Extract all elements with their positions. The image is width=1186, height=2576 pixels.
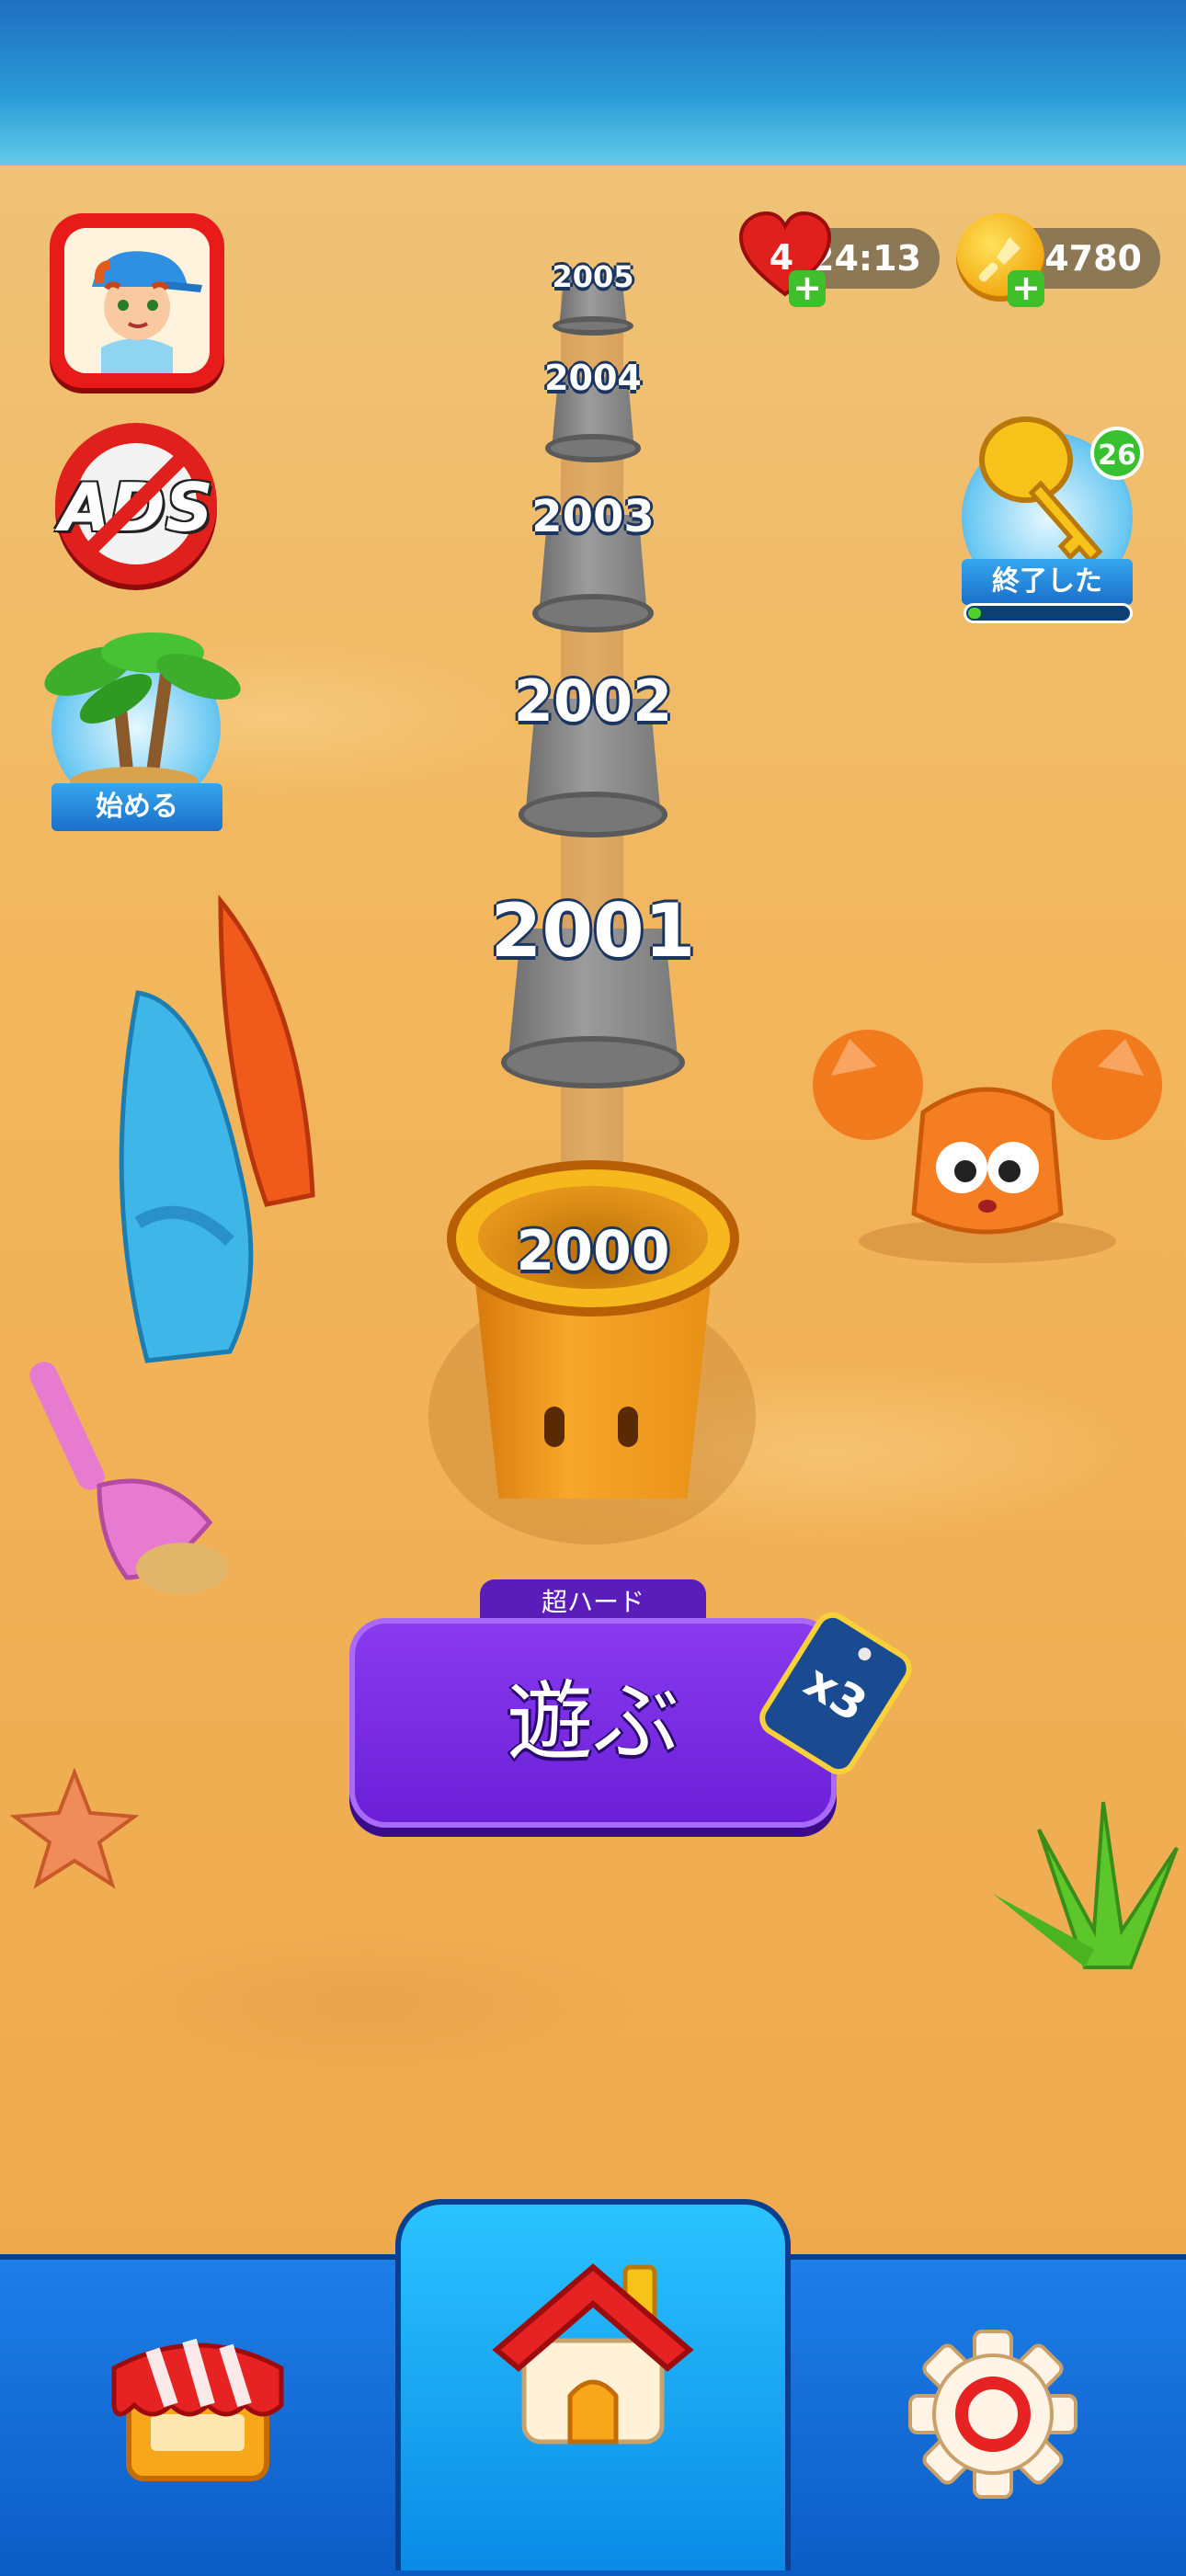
avatar [64,228,210,373]
event-progress-bar [964,603,1133,623]
level-number: 2004 [544,358,642,399]
bucket-right-eye-icon [618,1407,638,1447]
level-number: 2002 [513,667,673,735]
bucket-left-eye-icon [544,1407,564,1447]
level-cup-base [501,1036,685,1089]
palm-trees-icon [44,633,241,796]
seaweed-plant-icon [993,1801,1179,1969]
surfboards-icon [119,894,315,1363]
crab-icon [813,1030,1162,1263]
no-ads-button[interactable]: ADS [55,423,217,585]
profile-avatar-button[interactable] [50,213,224,388]
settings-icon[interactable] [901,2322,1085,2506]
tag-hole-icon [855,1645,874,1663]
level-cup-base [545,434,641,462]
starfish-icon [9,1767,140,1889]
event-count-badge: 26 [1090,427,1144,480]
level-cup-base [553,315,633,336]
multiplier-label: x3 [795,1654,876,1733]
current-level-number: 2000 [516,1219,670,1283]
level-number: 2001 [490,888,696,974]
event-status-label: 終了した [962,559,1133,605]
golden-key-icon [979,416,1103,564]
level-cup-base [519,792,667,838]
event-progress-fill [968,608,981,619]
level-number: 2005 [552,259,634,295]
add-lives-icon[interactable]: + [789,270,826,307]
shop-icon[interactable] [101,2313,294,2497]
boy-avatar-icon [64,228,210,373]
level-number: 2003 [531,490,655,542]
island-label: 始める [51,783,222,831]
level-cup-base [532,593,654,633]
add-coins-icon[interactable]: + [1008,270,1044,307]
home-icon[interactable] [487,2249,699,2460]
sand-shovel-icon [29,1362,228,1594]
